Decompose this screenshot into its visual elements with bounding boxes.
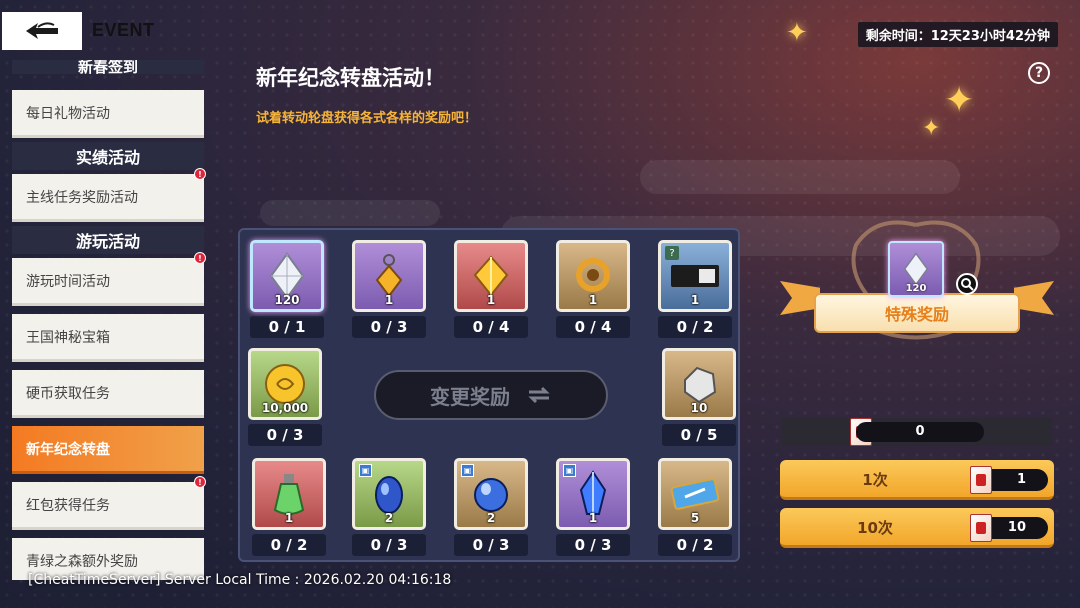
reward-card: 10 bbox=[662, 348, 736, 420]
spin-ten-button[interactable]: 10次 10 bbox=[780, 508, 1054, 548]
sparkle-icon: ✦ bbox=[922, 116, 941, 141]
reward-count: 0 / 1 bbox=[250, 316, 324, 338]
ticket-owned-bar: 0 bbox=[782, 418, 1052, 446]
sidebar-section-achievement: 实绩活动 bbox=[12, 142, 204, 170]
reward-card: ▣ 2 bbox=[454, 458, 528, 530]
reward-card: ▣ 2 bbox=[352, 458, 426, 530]
reward-count: 0 / 2 bbox=[658, 316, 732, 338]
sparkle-icon: ✦ bbox=[944, 80, 975, 121]
ribbon-right bbox=[1014, 281, 1054, 315]
coin-icon bbox=[265, 364, 305, 404]
reward-slot[interactable]: 5 0 / 2 bbox=[658, 458, 732, 556]
ore-icon bbox=[684, 366, 717, 404]
sparkle-icon: ✦ bbox=[786, 18, 808, 48]
reward-count: 0 / 3 bbox=[454, 534, 528, 556]
crystal-icon bbox=[903, 252, 929, 286]
top-bar: EVENT bbox=[0, 0, 220, 50]
sidebar-item-label: 新年纪念转盘 bbox=[26, 441, 110, 458]
reward-count: 0 / 5 bbox=[662, 424, 736, 446]
reward-slot[interactable]: ▣ 1 0 / 3 bbox=[556, 458, 630, 556]
server-time: [CheatTimeServer] Server Local Time : 20… bbox=[28, 572, 452, 588]
special-reward-card[interactable]: 120 bbox=[888, 241, 944, 297]
reward-slot[interactable]: 1 0 / 4 bbox=[556, 240, 630, 338]
event-subtitle: 试着转动轮盘获得各式各样的奖励吧！ bbox=[256, 111, 478, 126]
event-sidebar: 新春签到 每日礼物活动 实绩活动 主线任务奖励活动 ! 游玩活动 游玩时间活动 … bbox=[0, 60, 210, 580]
sidebar-item-label: 游玩时间活动 bbox=[26, 273, 110, 290]
reward-card: 1 bbox=[454, 240, 528, 312]
sidebar-item-mystery-chest[interactable]: 王国神秘宝箱 bbox=[12, 314, 204, 362]
sidebar-section-play: 游玩活动 bbox=[12, 226, 204, 254]
reward-card: 1 bbox=[352, 240, 426, 312]
change-reward-button[interactable]: 变更奖励 bbox=[374, 370, 608, 420]
reward-count: 0 / 3 bbox=[352, 316, 426, 338]
box-tag: ▣ bbox=[359, 464, 372, 477]
roulette-board: 120 0 / 1 1 0 / 3 1 0 / 4 1 0 / 4 ? 1 0 … bbox=[238, 228, 740, 562]
reward-count: 0 / 4 bbox=[454, 316, 528, 338]
magnify-icon bbox=[961, 278, 974, 291]
reward-slot[interactable]: 1 0 / 3 bbox=[352, 240, 426, 338]
reward-card: 1 bbox=[252, 458, 326, 530]
background-cloud bbox=[260, 200, 440, 226]
page-title: EVENT bbox=[92, 20, 155, 40]
reward-card: ? 1 bbox=[658, 240, 732, 312]
event-title: 新年纪念转盘活动！ bbox=[256, 66, 445, 90]
notification-badge: ! bbox=[194, 476, 206, 488]
roulette-ticket-icon bbox=[970, 466, 992, 494]
sidebar-item-new-year-roulette[interactable]: 新年纪念转盘 bbox=[12, 426, 204, 474]
sidebar-item-red-packet[interactable]: 红包获得任务 ! bbox=[12, 476, 206, 530]
sidebar-item-label: 主线任务奖励活动 bbox=[26, 189, 138, 206]
remaining-time: 剩余时间：12天23小时42分钟 bbox=[857, 22, 1058, 47]
roulette-ticket-icon bbox=[970, 514, 992, 542]
swap-icon bbox=[528, 386, 550, 404]
reward-slot[interactable]: 1 0 / 2 bbox=[252, 458, 326, 556]
reward-slot[interactable]: ▣ 2 0 / 3 bbox=[454, 458, 528, 556]
sidebar-item-label: 硬币获取任务 bbox=[26, 385, 110, 402]
special-reward-label: 特殊奖励 bbox=[814, 293, 1020, 333]
sidebar-item-label: 红包获得任务 bbox=[26, 497, 110, 514]
reward-count: 0 / 2 bbox=[658, 534, 732, 556]
sidebar-section-partial: 新春签到 bbox=[12, 60, 204, 74]
back-arrow-icon bbox=[26, 22, 58, 39]
sidebar-item-label: 青绿之森额外奖励 bbox=[26, 553, 138, 570]
spin-once-button[interactable]: 1次 1 bbox=[780, 460, 1054, 500]
sidebar-item-playtime[interactable]: 游玩时间活动 ! bbox=[12, 252, 206, 306]
reward-count: 0 / 3 bbox=[248, 424, 322, 446]
reward-slot[interactable]: 10 0 / 5 bbox=[662, 348, 736, 446]
reward-slot[interactable]: 1 0 / 4 bbox=[454, 240, 528, 338]
back-button[interactable] bbox=[2, 12, 82, 50]
reward-slot[interactable]: ? 1 0 / 2 bbox=[658, 240, 732, 338]
reward-count: 0 / 4 bbox=[556, 316, 630, 338]
help-button[interactable]: ? bbox=[1028, 62, 1050, 84]
background-cloud bbox=[640, 160, 960, 194]
reward-count: 0 / 2 bbox=[252, 534, 326, 556]
reward-card: 120 bbox=[250, 240, 324, 312]
sidebar-item-label: 王国神秘宝箱 bbox=[26, 329, 110, 346]
box-tag: ▣ bbox=[461, 464, 474, 477]
reward-card: 10,000 bbox=[248, 348, 322, 420]
notification-badge: ! bbox=[194, 252, 206, 264]
ticket-owned-count: 0 bbox=[856, 422, 984, 442]
reward-slot[interactable]: 10,000 0 / 3 bbox=[248, 348, 322, 446]
reward-slot[interactable]: ▣ 2 0 / 3 bbox=[352, 458, 426, 556]
magnify-button[interactable] bbox=[956, 273, 978, 295]
sword-ticket-icon bbox=[670, 478, 720, 510]
reward-count: 0 / 3 bbox=[352, 534, 426, 556]
reward-count: 0 / 3 bbox=[556, 534, 630, 556]
reward-card: 1 bbox=[556, 240, 630, 312]
special-reward-panel: 特殊奖励 120 bbox=[780, 205, 1055, 355]
notification-badge: ! bbox=[194, 168, 206, 180]
reward-card: ▣ 1 bbox=[556, 458, 630, 530]
mystery-tag: ? bbox=[665, 246, 679, 260]
sidebar-item-daily-gift[interactable]: 每日礼物活动 bbox=[12, 90, 204, 138]
sidebar-item-label: 每日礼物活动 bbox=[26, 105, 110, 122]
sidebar-item-main-quest[interactable]: 主线任务奖励活动 ! bbox=[12, 168, 206, 222]
reward-slot[interactable]: 120 0 / 1 bbox=[250, 240, 324, 338]
sidebar-item-coin-quest[interactable]: 硬币获取任务 bbox=[12, 370, 204, 418]
reward-card: 5 bbox=[658, 458, 732, 530]
box-tag: ▣ bbox=[563, 464, 576, 477]
ticket-icon bbox=[671, 265, 719, 287]
